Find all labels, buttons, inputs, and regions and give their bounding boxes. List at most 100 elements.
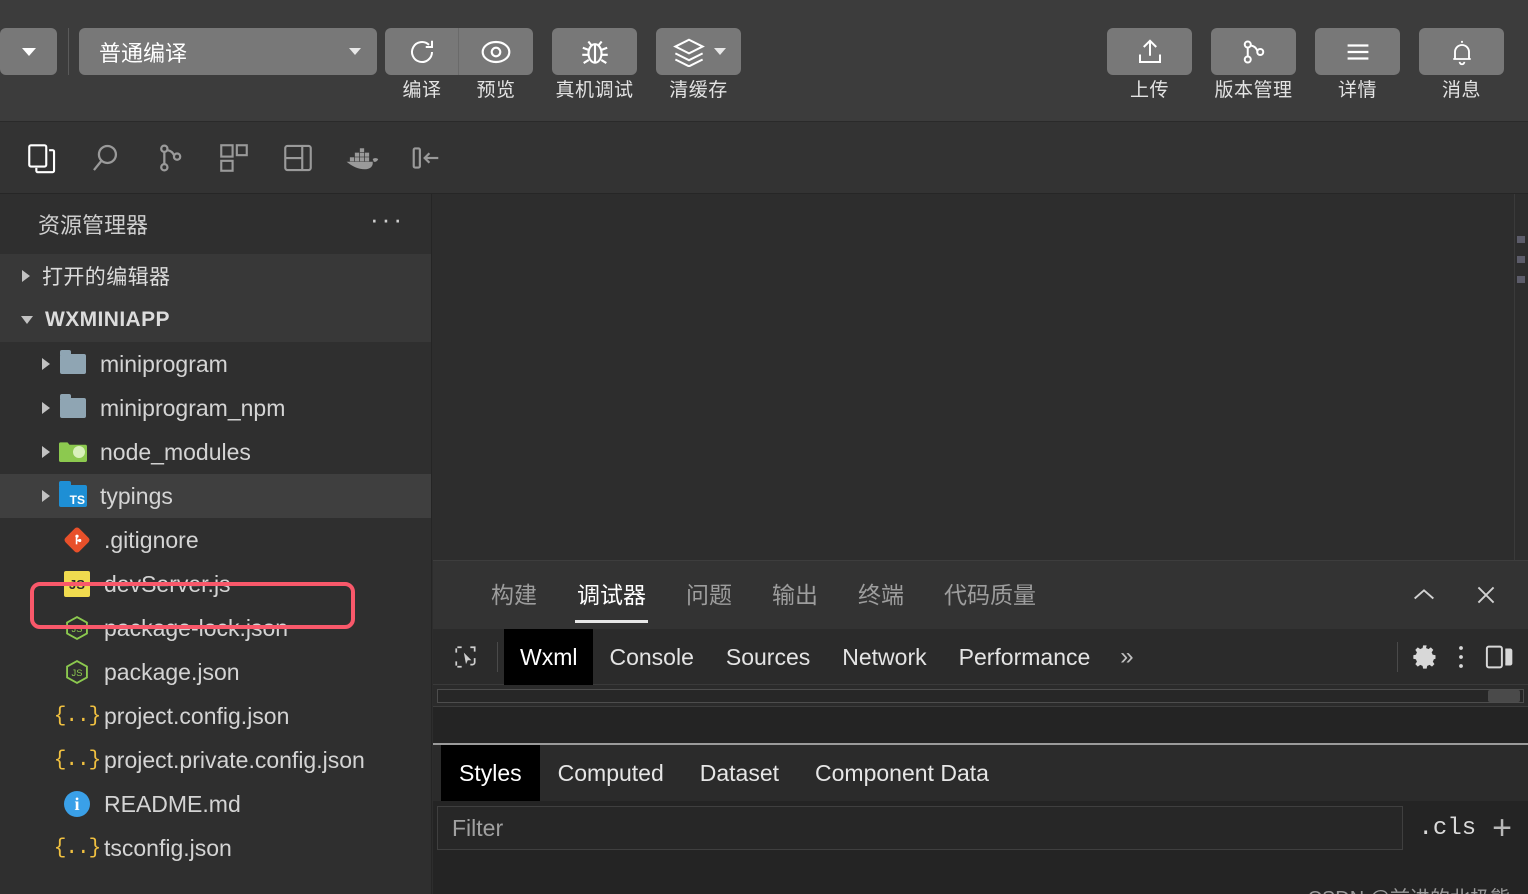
devtools-tab-console[interactable]: Console: [593, 629, 709, 685]
json-icon: {..}: [53, 748, 101, 772]
panel-tab-build[interactable]: 构建: [471, 561, 557, 629]
panel-tab-terminal[interactable]: 终端: [838, 561, 924, 629]
panel-collapse-button[interactable]: [1410, 581, 1438, 609]
toolbar-right-group: 上传 版本管理 详情 消息: [1107, 0, 1504, 122]
devtools-dock-button[interactable]: [1480, 640, 1518, 674]
devtools-horizontal-scrollbar[interactable]: [433, 685, 1528, 707]
tree-item-file[interactable]: i README.md: [0, 782, 431, 826]
panel-tab-problems[interactable]: 问题: [666, 561, 752, 629]
more-actions-icon[interactable]: ···: [370, 206, 405, 242]
details-button[interactable]: [1315, 28, 1400, 75]
chevron-down-icon: [349, 48, 361, 55]
sidebar-section-workspace[interactable]: WXMINIAPP: [0, 298, 431, 342]
styles-filter-input[interactable]: [437, 806, 1403, 850]
tree-item-label: project.private.config.json: [104, 746, 365, 773]
json-icon: {..}: [53, 704, 101, 728]
styles-tab-computed[interactable]: Computed: [540, 745, 682, 801]
activitybar-item-layout[interactable]: [266, 130, 330, 186]
styles-tab-component-data[interactable]: Component Data: [797, 745, 1007, 801]
tree-item-file[interactable]: {..} tsconfig.json: [0, 826, 431, 870]
minimap-marker: [1517, 276, 1525, 283]
ts-folder-icon: TS: [56, 481, 90, 507]
devtools-tab-performance[interactable]: Performance: [943, 629, 1107, 685]
npm-icon: JS: [66, 659, 88, 685]
styles-rules-empty-area: CSDN @前进的北极熊: [433, 855, 1528, 894]
devtools-more-tabs-button[interactable]: »: [1106, 643, 1147, 671]
clear-cache-button[interactable]: [656, 28, 741, 75]
extensions-icon: [220, 143, 248, 172]
toolbar-item-details: 详情: [1315, 0, 1400, 100]
tree-item-label: tsconfig.json: [104, 834, 232, 861]
layers-icon: [672, 38, 705, 67]
version-control-button[interactable]: [1211, 28, 1296, 75]
real-device-debug-button[interactable]: [552, 28, 637, 75]
cls-toggle-button[interactable]: .cls: [1403, 815, 1493, 842]
compile-mode-select[interactable]: 普通编译: [79, 28, 377, 75]
messages-button[interactable]: [1419, 28, 1504, 75]
preview-button[interactable]: [459, 28, 533, 75]
explorer-header: 资源管理器 ···: [0, 194, 431, 254]
search-icon: [93, 144, 118, 171]
toolbar-left-group: 普通编译 编译 预览 真机调试 清缓存: [0, 0, 741, 122]
tree-item-label: miniprogram_npm: [100, 394, 286, 421]
panel-tab-output[interactable]: 输出: [752, 561, 838, 629]
account-dropdown-button[interactable]: [0, 28, 57, 75]
activitybar-item-search[interactable]: [74, 130, 138, 186]
tree-item-file[interactable]: JS package.json: [0, 650, 431, 694]
tree-item-folder-highlighted[interactable]: miniprogram_npm: [0, 386, 431, 430]
devtools-tab-wxml[interactable]: Wxml: [504, 628, 594, 685]
files-icon: [28, 143, 56, 173]
styles-tab-dataset[interactable]: Dataset: [682, 745, 797, 801]
tree-item-folder[interactable]: node_modules: [0, 430, 431, 474]
version-control-label: 版本管理: [1214, 80, 1293, 101]
upload-button[interactable]: [1107, 28, 1192, 75]
tree-item-label: devServer.js: [104, 570, 231, 597]
chevron-right-icon: [42, 490, 50, 502]
git-branch-icon: [160, 144, 182, 171]
minimap-marker: [1517, 256, 1525, 263]
tree-item-folder[interactable]: miniprogram: [0, 342, 431, 386]
toolbar-item-version-control: 版本管理: [1211, 0, 1296, 100]
styles-tab-styles[interactable]: Styles: [441, 745, 540, 801]
devtools-tabbar: Wxml Console Sources Network Performance…: [433, 628, 1528, 685]
toolbar-item-clear-cache: 清缓存: [656, 0, 741, 100]
folder-icon: [56, 394, 90, 418]
watermark-text: CSDN @前进的北极熊: [1307, 882, 1510, 894]
tree-item-file[interactable]: JS package-lock.json: [0, 606, 431, 650]
activitybar-item-docker[interactable]: [330, 130, 394, 186]
compile-button[interactable]: [385, 28, 459, 75]
panel-tab-code-quality[interactable]: 代码质量: [924, 561, 1056, 629]
new-style-rule-button[interactable]: +: [1492, 811, 1524, 845]
devtools-tab-sources[interactable]: Sources: [710, 629, 826, 685]
chevron-down-icon: [713, 48, 726, 55]
toolbar-item-real-device: 真机调试: [552, 0, 637, 100]
panel-close-button[interactable]: [1472, 581, 1500, 609]
tree-item-file[interactable]: JS devServer.js: [0, 562, 431, 606]
tree-item-file[interactable]: {..} project.private.config.json: [0, 738, 431, 782]
svg-text:JS: JS: [72, 668, 83, 678]
folder-icon: [56, 350, 90, 374]
devtools-tab-network[interactable]: Network: [826, 629, 942, 685]
activity-bar: [0, 122, 1528, 194]
activitybar-item-source-control[interactable]: [138, 130, 202, 186]
devtools-overflow-button[interactable]: [1446, 640, 1476, 674]
tree-item-file[interactable]: {..} project.config.json: [0, 694, 431, 738]
tree-item-folder[interactable]: TS typings: [0, 474, 431, 518]
activitybar-item-extensions[interactable]: [202, 130, 266, 186]
clear-cache-label: 清缓存: [669, 80, 728, 101]
activitybar-item-explorer[interactable]: [10, 130, 74, 186]
npm-folder-icon: [56, 439, 90, 465]
activitybar-item-collapse-panel[interactable]: [394, 130, 458, 186]
scrollbar-thumb[interactable]: [1488, 690, 1520, 702]
close-icon: [1477, 586, 1495, 604]
sidebar-section-open-editors[interactable]: 打开的编辑器: [0, 254, 431, 298]
inspect-element-button[interactable]: [441, 629, 491, 685]
tree-item-file[interactable]: .gitignore: [0, 518, 431, 562]
gear-icon: [1413, 645, 1436, 669]
minimap-marker: [1517, 236, 1525, 243]
details-label: 详情: [1337, 80, 1377, 101]
editor-minimap-strip[interactable]: [1514, 194, 1528, 560]
devtools-settings-button[interactable]: [1408, 640, 1442, 674]
npm-icon: JS: [60, 614, 94, 642]
panel-tab-debugger[interactable]: 调试器: [557, 561, 666, 629]
